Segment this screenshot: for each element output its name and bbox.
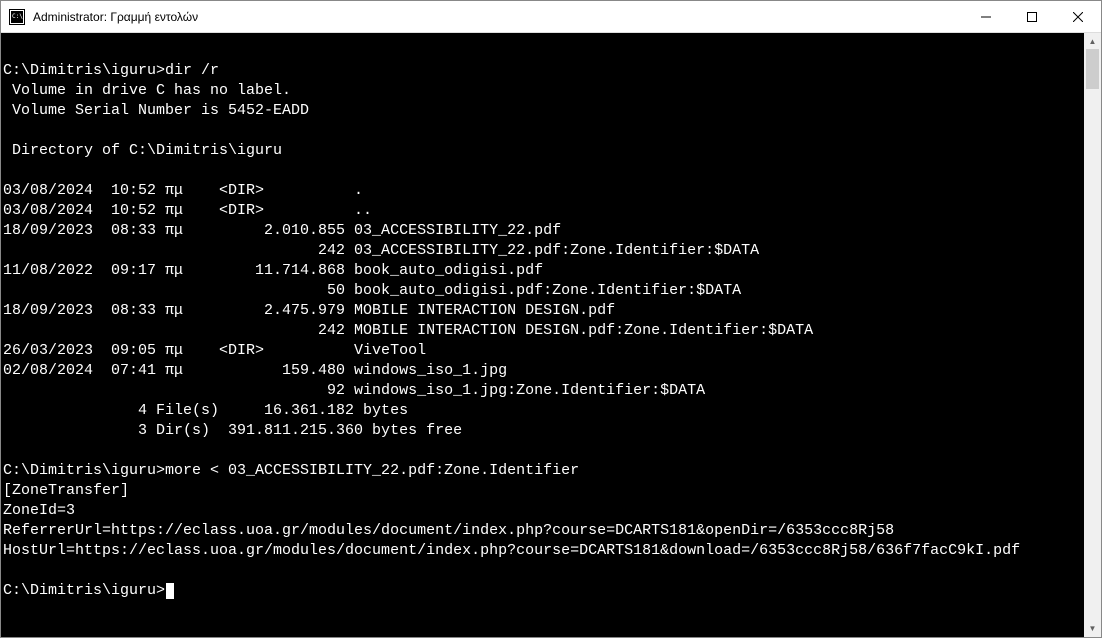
terminal-area: C:\Dimitris\iguru>dir /r Volume in drive… [1, 33, 1101, 637]
minimize-button[interactable] [963, 1, 1009, 32]
window-title: Administrator: Γραμμή εντολών [33, 10, 963, 24]
close-button[interactable] [1055, 1, 1101, 32]
scroll-up-arrow[interactable]: ▲ [1084, 33, 1101, 50]
titlebar[interactable]: C:\ Administrator: Γραμμή εντολών [1, 1, 1101, 33]
scrollbar-thumb[interactable] [1086, 49, 1099, 89]
scroll-down-arrow[interactable]: ▼ [1084, 620, 1101, 637]
cmd-icon: C:\ [9, 9, 25, 25]
vertical-scrollbar[interactable]: ▲ ▼ [1084, 33, 1101, 637]
window-controls [963, 1, 1101, 32]
cmd-window: C:\ Administrator: Γραμμή εντολών C:\Dim… [0, 0, 1102, 638]
terminal-output[interactable]: C:\Dimitris\iguru>dir /r Volume in drive… [1, 33, 1084, 637]
maximize-button[interactable] [1009, 1, 1055, 32]
svg-text:C:\: C:\ [12, 13, 23, 20]
